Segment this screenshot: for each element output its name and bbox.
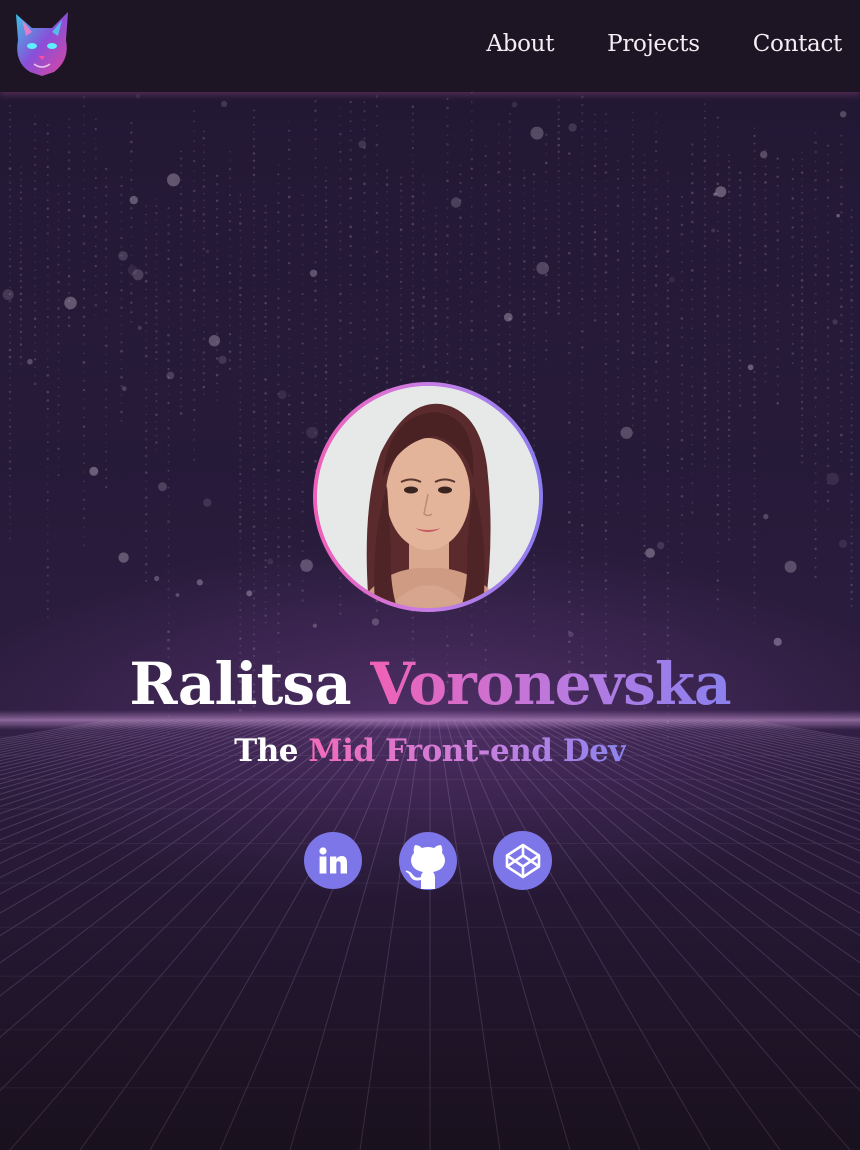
role-prefix: The (234, 733, 298, 769)
page: About Projects Contact Ralitsa Voronevsk… (0, 0, 860, 1150)
social-links (0, 831, 860, 890)
avatar-ring (313, 382, 543, 612)
main-nav: About Projects Contact (433, 28, 842, 60)
linkedin-icon (319, 846, 347, 873)
hero-role: The Mid Front-end Dev (0, 730, 860, 772)
cat-logo-icon[interactable] (10, 10, 74, 76)
last-name: Voronevska (369, 650, 732, 718)
role-title: Mid Front-end Dev (308, 733, 626, 769)
linkedin-button[interactable] (304, 832, 362, 889)
hero-name: Ralitsa Voronevska (0, 646, 860, 722)
site-header: About Projects Contact (0, 0, 860, 92)
github-button[interactable] (399, 832, 457, 890)
avatar (317, 386, 539, 608)
nav-about[interactable]: About (486, 28, 554, 60)
first-name: Ralitsa (129, 650, 351, 718)
codepen-icon (505, 843, 540, 878)
background-decoration (0, 92, 860, 1150)
nav-contact[interactable]: Contact (753, 28, 843, 60)
codepen-button[interactable] (493, 831, 552, 890)
nav-projects[interactable]: Projects (607, 28, 700, 60)
github-icon (405, 845, 445, 889)
